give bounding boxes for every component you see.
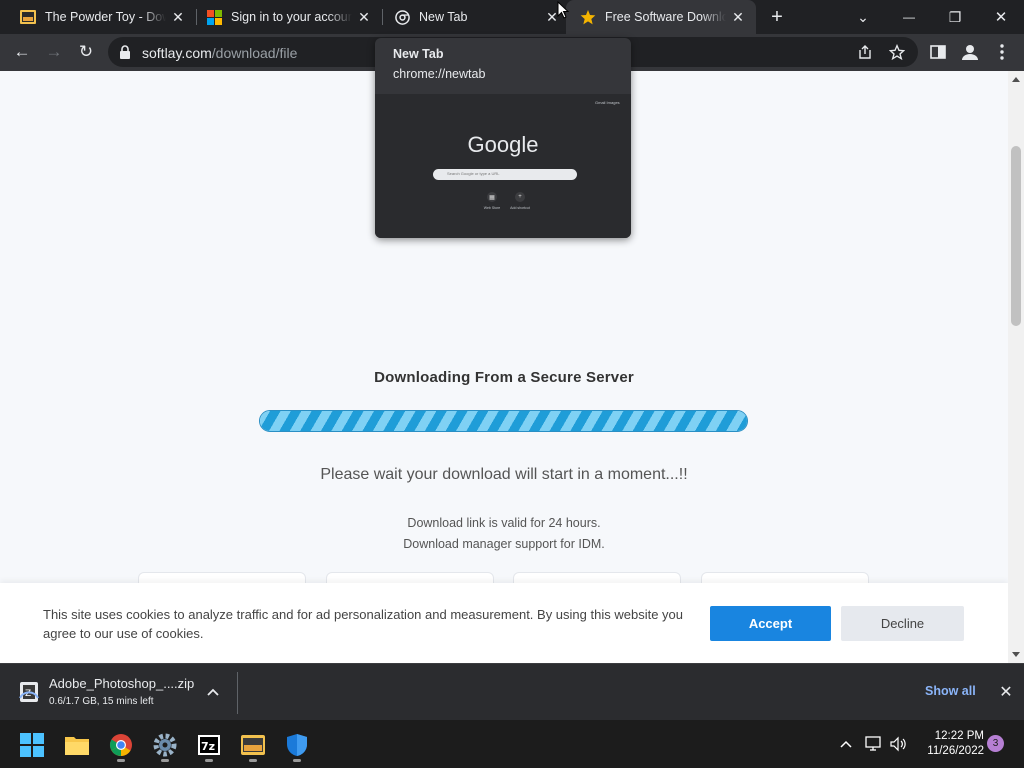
preview-google-logo: Google bbox=[467, 132, 539, 157]
7zip-icon[interactable]: 7z bbox=[192, 728, 226, 762]
show-all-downloads-link[interactable]: Show all bbox=[925, 684, 976, 698]
clock-date: 11/26/2022 bbox=[927, 745, 984, 757]
scroll-down-arrow-icon[interactable] bbox=[1012, 652, 1020, 657]
windows-taskbar: 7z 12:22 PM 11/26/2022 3 bbox=[0, 720, 1024, 768]
scroll-up-arrow-icon[interactable] bbox=[1012, 77, 1020, 82]
decline-cookies-button[interactable]: Decline bbox=[841, 606, 964, 641]
preview-search-placeholder: Search Google or type a URL bbox=[447, 171, 500, 176]
tab-preview-thumbnail: Gmail Images Google Search Google or typ… bbox=[375, 94, 631, 238]
side-panel-icon[interactable] bbox=[924, 38, 952, 66]
menu-kebab-icon[interactable] bbox=[988, 38, 1016, 66]
running-indicator bbox=[117, 759, 125, 762]
tab-title: Free Software Downloads bbox=[605, 10, 726, 24]
close-tab-icon[interactable]: ✕ bbox=[170, 9, 186, 25]
photos-icon[interactable] bbox=[236, 728, 270, 762]
url-host: softlay.com bbox=[142, 45, 212, 61]
file-explorer-icon[interactable] bbox=[60, 728, 94, 762]
running-indicator bbox=[205, 759, 213, 762]
running-indicator bbox=[293, 759, 301, 762]
url-text[interactable]: softlay.com/download/file bbox=[142, 45, 297, 61]
add-shortcut-icon: + bbox=[515, 192, 525, 202]
minimize-button[interactable]: — bbox=[886, 0, 932, 34]
zip-file-icon[interactable]: Z bbox=[18, 680, 40, 704]
forward-button[interactable]: → bbox=[40, 38, 68, 66]
close-shelf-button[interactable]: ✕ bbox=[996, 682, 1016, 702]
page-scrollbar[interactable] bbox=[1008, 71, 1024, 663]
profile-icon[interactable] bbox=[956, 38, 984, 66]
restore-button[interactable]: ❐ bbox=[932, 0, 978, 34]
svg-text:Z: Z bbox=[25, 689, 31, 699]
close-tab-icon[interactable]: ✕ bbox=[730, 9, 746, 25]
tab-free-software[interactable]: Free Software Downloads ✕ bbox=[566, 0, 756, 34]
progress-fill bbox=[260, 411, 747, 431]
notification-badge[interactable]: 3 bbox=[987, 735, 1004, 752]
svg-text:7z: 7z bbox=[201, 740, 215, 753]
tab-title: New Tab bbox=[419, 10, 468, 24]
scrollbar-thumb[interactable] bbox=[1011, 146, 1021, 326]
shelf-divider bbox=[237, 672, 238, 714]
network-icon[interactable] bbox=[864, 734, 884, 754]
tab-hover-card: New Tab chrome://newtab Gmail Images Goo… bbox=[375, 38, 631, 238]
windows-start-icon[interactable] bbox=[15, 728, 49, 762]
powder-toy-icon bbox=[20, 9, 36, 25]
reload-button[interactable]: ↻ bbox=[72, 38, 100, 66]
accept-cookies-button[interactable]: Accept bbox=[710, 606, 831, 641]
running-indicator bbox=[249, 759, 257, 762]
download-manager-text: Download manager support for IDM. bbox=[403, 537, 605, 551]
system-clock[interactable]: 12:22 PM 11/26/2022 bbox=[918, 729, 984, 759]
download-progress-bar bbox=[259, 410, 748, 432]
new-tab-button[interactable]: + bbox=[766, 6, 788, 28]
chrome-icon[interactable] bbox=[104, 728, 138, 762]
tab-strip: The Powder Toy - Download ✕ Sign in to y… bbox=[0, 0, 1024, 34]
page-heading: Downloading From a Secure Server bbox=[374, 369, 634, 386]
download-shelf: Z Adobe_Photoshop_....zip 0.6/1.7 GB, 15… bbox=[0, 663, 1024, 720]
share-icon[interactable] bbox=[856, 43, 874, 61]
security-icon[interactable] bbox=[280, 728, 314, 762]
lock-icon[interactable] bbox=[119, 45, 131, 59]
link-validity-text: Download link is valid for 24 hours. bbox=[407, 516, 601, 530]
tab-new-tab[interactable]: New Tab ✕ bbox=[374, 0, 570, 34]
volume-icon[interactable] bbox=[889, 734, 909, 754]
preview-shortcut-label: Add shortcut bbox=[510, 206, 530, 210]
star-icon bbox=[580, 9, 596, 25]
webstore-shortcut-icon: ▦ bbox=[487, 192, 497, 202]
close-tab-icon[interactable]: ✕ bbox=[356, 9, 372, 25]
settings-icon[interactable] bbox=[148, 728, 182, 762]
tab-search-icon[interactable]: ⌄ bbox=[840, 0, 886, 34]
download-status: 0.6/1.7 GB, 15 mins left bbox=[49, 696, 154, 707]
tab-title: The Powder Toy - Download bbox=[45, 10, 166, 24]
clock-time: 12:22 PM bbox=[934, 730, 984, 742]
mouse-cursor-icon bbox=[557, 0, 570, 19]
preview-top-links: Gmail Images bbox=[595, 100, 620, 105]
preview-shortcut-label: Web Store bbox=[483, 206, 501, 210]
hover-card-url: chrome://newtab bbox=[393, 67, 486, 81]
back-button[interactable]: ← bbox=[8, 38, 36, 66]
cookie-banner: This site uses cookies to analyze traffi… bbox=[0, 583, 1008, 663]
chevron-up-icon[interactable] bbox=[203, 682, 223, 702]
url-path: /download/file bbox=[211, 45, 298, 61]
tab-powder-toy[interactable]: The Powder Toy - Download ✕ bbox=[0, 0, 196, 34]
tab-sign-in[interactable]: Sign in to your account ✕ bbox=[186, 0, 382, 34]
download-filename[interactable]: Adobe_Photoshop_....zip bbox=[49, 676, 194, 691]
microsoft-icon bbox=[206, 9, 222, 25]
preview-search-box: Search Google or type a URL bbox=[433, 169, 577, 180]
tab-title: Sign in to your account bbox=[231, 10, 352, 24]
running-indicator bbox=[161, 759, 169, 762]
tray-overflow-chevron-icon[interactable] bbox=[836, 734, 856, 754]
wait-message: Please wait your download will start in … bbox=[320, 466, 688, 483]
hover-card-title: New Tab bbox=[393, 47, 444, 61]
bookmark-star-icon[interactable] bbox=[888, 43, 906, 61]
chrome-icon bbox=[394, 9, 410, 25]
cookie-notice-text: This site uses cookies to analyze traffi… bbox=[43, 607, 683, 641]
close-window-button[interactable]: ✕ bbox=[978, 0, 1024, 34]
